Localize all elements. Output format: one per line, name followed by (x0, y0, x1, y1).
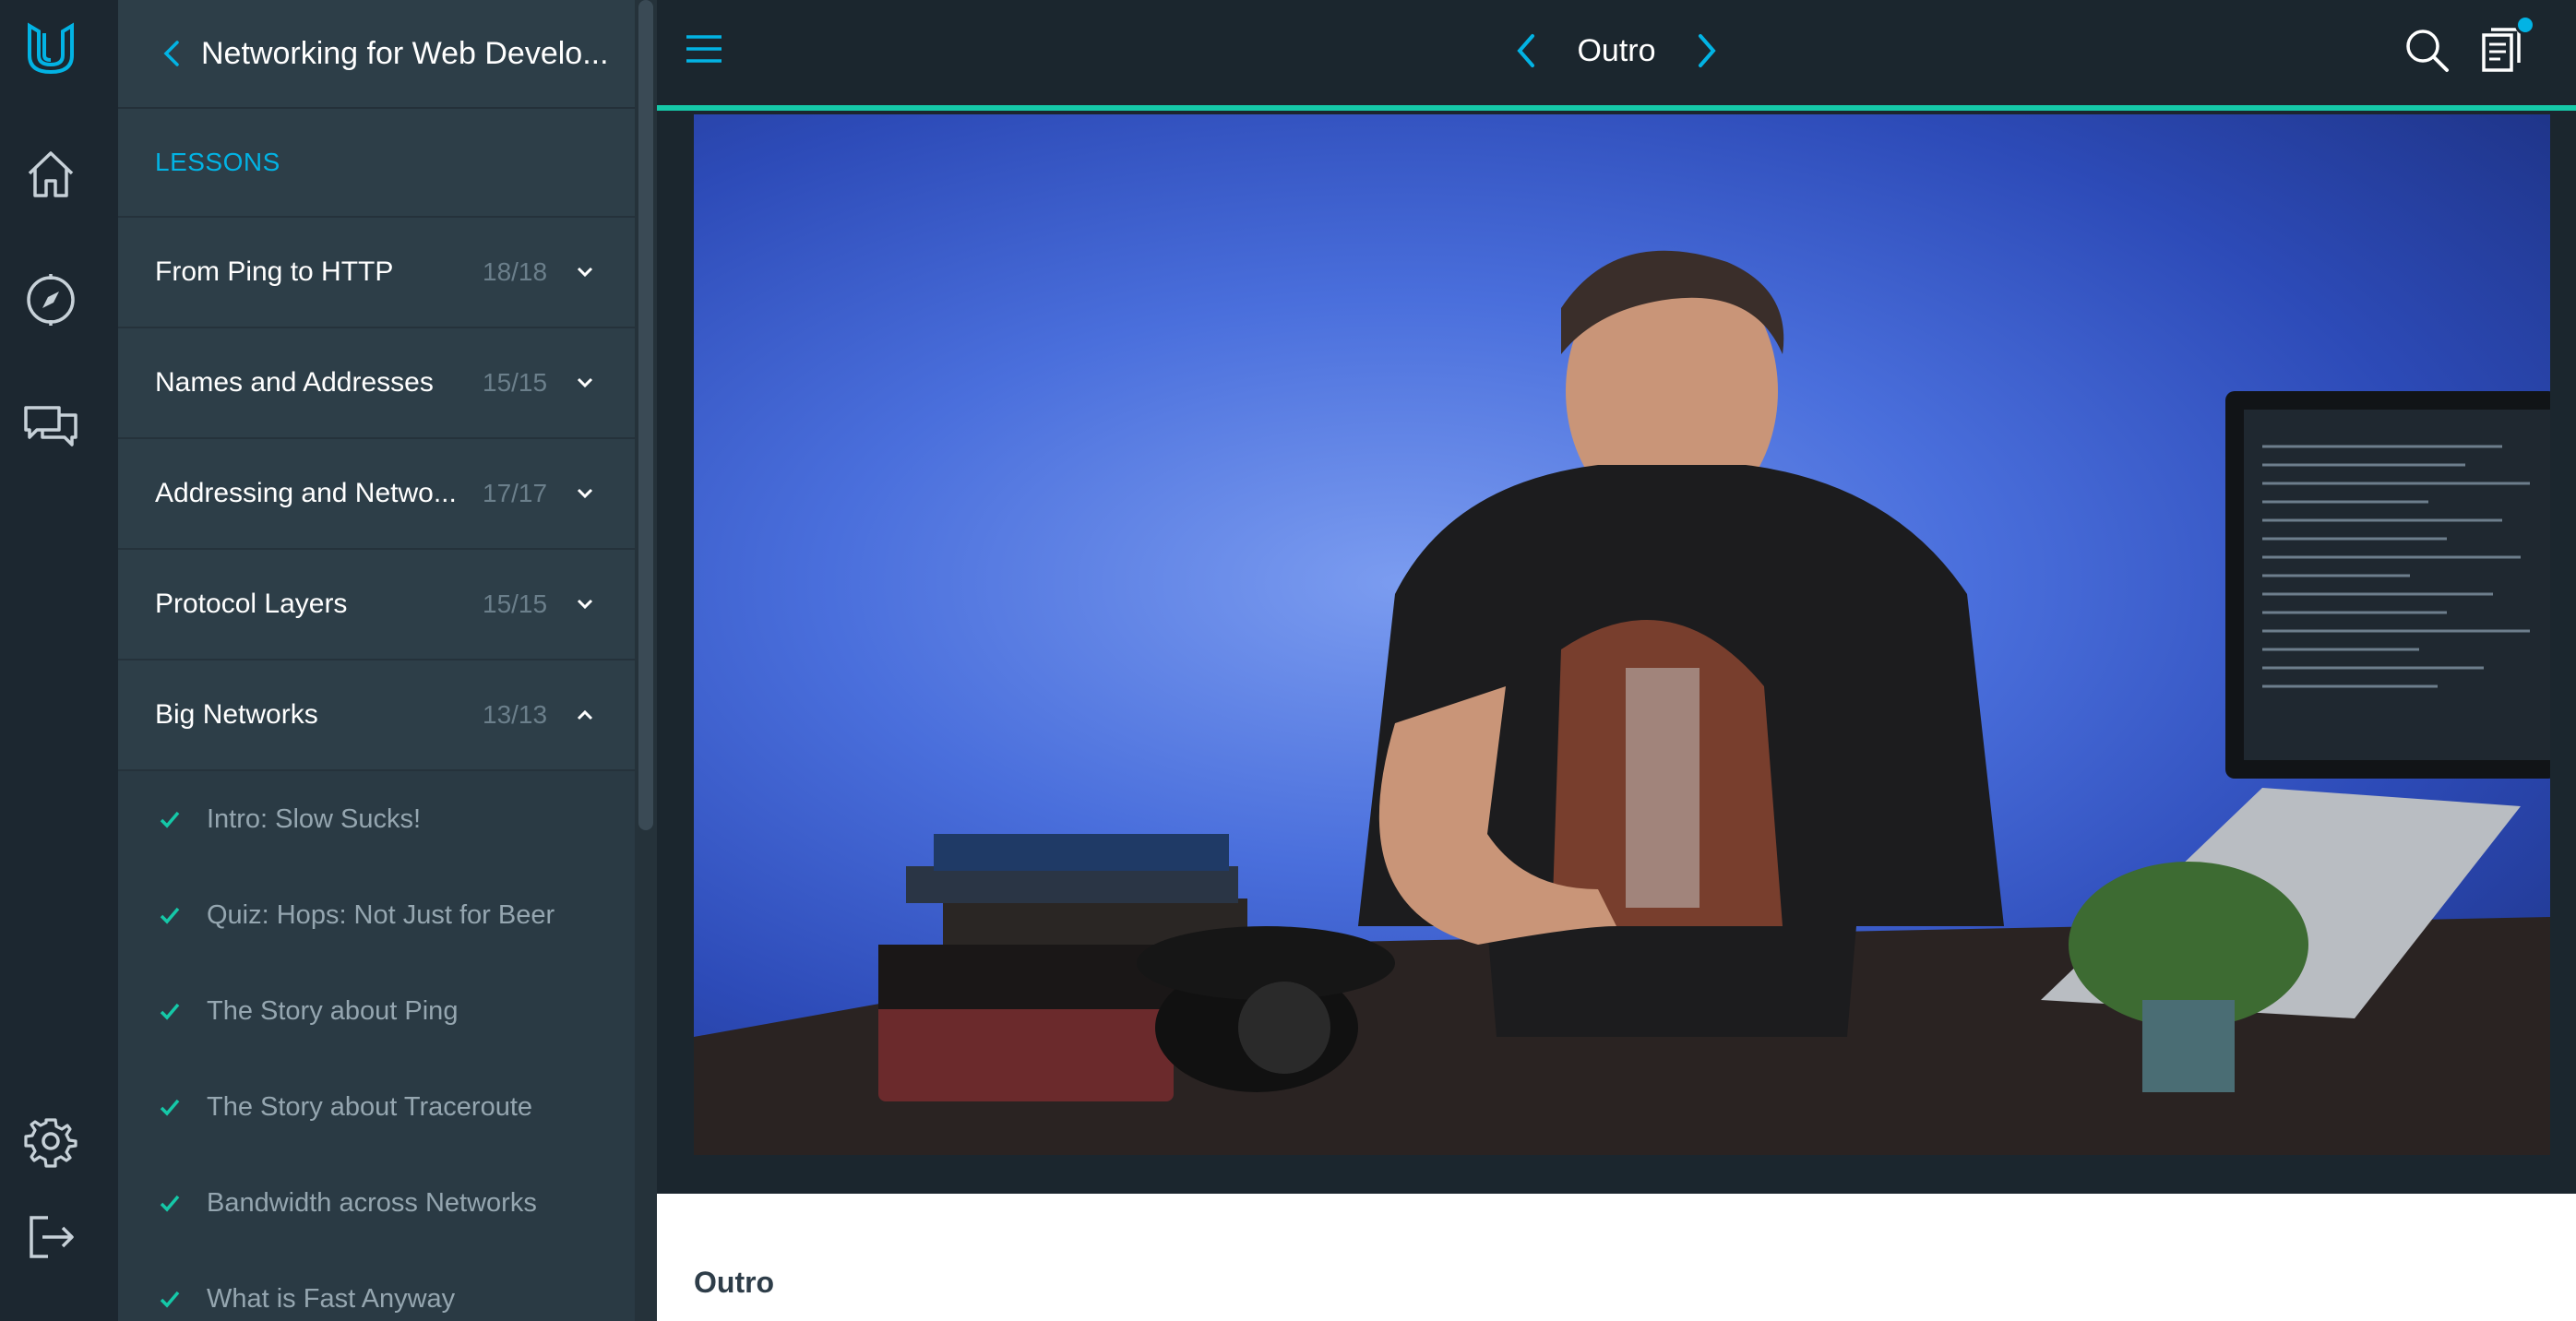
check-icon (160, 907, 180, 924)
lesson-name: Addressing and Netwo... (155, 478, 457, 508)
concept-item[interactable]: Quiz: Hops: Not Just for Beer (118, 867, 635, 963)
lesson-count: 18/18 (483, 257, 548, 286)
lesson-item[interactable]: Addressing and Netwo... 17/17 (118, 439, 635, 550)
concept-name: The Story about Ping (207, 995, 459, 1026)
lessons-section-label: LESSONS (118, 109, 635, 218)
concept-list: Intro: Slow Sucks! Quiz: Hops: Not Just … (118, 771, 635, 1321)
lesson-progress-bar (657, 105, 2576, 111)
lesson-name: Big Networks (155, 699, 318, 730)
concept-navigation: Outro (657, 0, 2576, 101)
chevron-down-icon (577, 599, 593, 610)
lesson-name: From Ping to HTTP (155, 256, 394, 287)
home-icon[interactable] (20, 144, 81, 205)
lesson-item[interactable]: Protocol Layers 15/15 (118, 550, 635, 660)
check-icon (160, 1195, 180, 1212)
lesson-name: Names and Addresses (155, 367, 434, 398)
logout-icon[interactable] (20, 1207, 81, 1267)
chevron-down-icon (577, 267, 593, 278)
content-heading: Outro (694, 1266, 775, 1299)
udacity-logo-icon[interactable] (20, 18, 81, 79)
concept-item[interactable]: Bandwidth across Networks (118, 1155, 635, 1251)
course-title: Networking for Web Develo... (201, 35, 609, 71)
icon-rail (0, 0, 118, 1321)
lesson-name: Protocol Layers (155, 589, 348, 619)
concept-item[interactable]: What is Fast Anyway (118, 1251, 635, 1321)
lesson-count: 15/15 (483, 589, 548, 618)
chevron-down-icon (577, 488, 593, 499)
concept-title: Outro (1577, 32, 1656, 68)
concept-name: The Story about Traceroute (207, 1091, 533, 1122)
chevron-down-icon (577, 377, 593, 388)
lesson-item-expanded[interactable]: Big Networks 13/13 (118, 660, 635, 771)
lesson-count: 15/15 (483, 368, 548, 397)
chevron-up-icon (577, 709, 593, 720)
check-icon (160, 1099, 180, 1116)
concept-name: What is Fast Anyway (207, 1283, 456, 1314)
chat-icon[interactable] (20, 395, 81, 456)
notification-dot (2515, 15, 2535, 35)
top-bar: Outro (657, 0, 2576, 107)
compass-icon[interactable] (20, 269, 81, 330)
concept-item[interactable]: Intro: Slow Sucks! (118, 771, 635, 867)
lesson-count: 13/13 (483, 700, 548, 729)
concept-name: Quiz: Hops: Not Just for Beer (207, 899, 555, 930)
scrollbar-thumb[interactable] (638, 0, 653, 830)
concept-item[interactable]: The Story about Traceroute (118, 1059, 635, 1155)
prev-arrow-icon[interactable] (1507, 30, 1547, 71)
concept-name: Intro: Slow Sucks! (207, 803, 422, 834)
course-header[interactable]: Networking for Web Develo... (118, 0, 635, 109)
sidebar-scrollbar[interactable] (635, 0, 657, 1321)
main-area: Outro Outro (657, 0, 2576, 1321)
check-icon (160, 1003, 180, 1020)
check-icon (160, 1291, 180, 1308)
lesson-count: 17/17 (483, 479, 548, 507)
search-icon[interactable] (2401, 24, 2452, 76)
next-arrow-icon[interactable] (1686, 30, 1726, 71)
video-frame-image (694, 250, 2550, 1155)
lesson-sidebar: Networking for Web Develo... LESSONS Fro… (118, 0, 635, 1321)
concept-item[interactable]: The Story about Ping (118, 963, 635, 1059)
gear-icon[interactable] (20, 1111, 81, 1172)
lesson-item[interactable]: Names and Addresses 15/15 (118, 328, 635, 439)
check-icon (160, 811, 180, 828)
concept-name: Bandwidth across Networks (207, 1187, 537, 1218)
video-player[interactable] (694, 114, 2550, 1155)
lesson-item[interactable]: From Ping to HTTP 18/18 (118, 218, 635, 328)
back-chevron-icon[interactable] (155, 37, 188, 70)
concept-content: Outro (657, 1194, 2576, 1321)
